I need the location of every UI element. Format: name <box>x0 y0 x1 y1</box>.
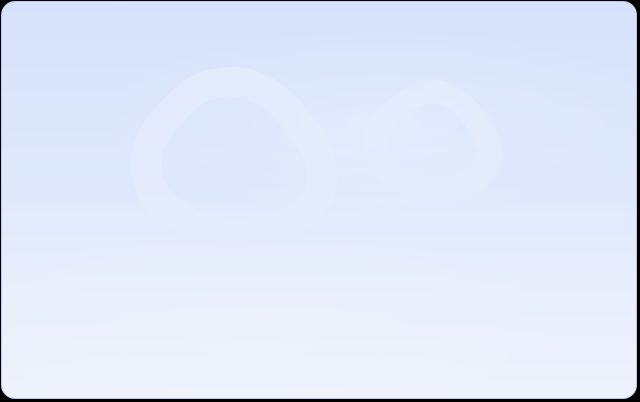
rounded-square-outline-icon <box>130 67 338 249</box>
background-panel <box>1 1 637 399</box>
decorative-shapes <box>130 67 502 249</box>
rounded-square-outline-icon <box>364 80 502 201</box>
